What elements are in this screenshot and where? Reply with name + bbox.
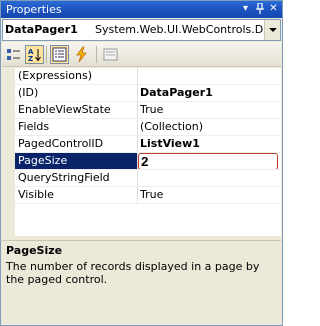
property-value[interactable] (137, 68, 281, 84)
properties-icon[interactable] (50, 45, 69, 64)
description-text: The number of records displayed in a pag… (6, 260, 260, 286)
toolbar: AZ (2, 42, 281, 67)
title-bar: Properties ▾ ✕ (1, 1, 282, 18)
toolbar-separator (46, 46, 47, 63)
property-row-pagedcontrolid[interactable]: PagedControlID ListView1 (15, 136, 281, 153)
toolbar-separator (96, 46, 97, 63)
property-name: QueryStringField (18, 171, 110, 184)
property-row-enableviewstate[interactable]: EnableViewState True (15, 102, 281, 119)
description-title: PageSize (6, 244, 63, 257)
window-title: Properties (6, 3, 62, 16)
property-name: PageSize (15, 153, 137, 169)
property-name: PagedControlID (18, 137, 104, 150)
property-row-fields[interactable]: Fields (Collection) (15, 119, 281, 136)
property-row-pagesize[interactable]: PageSize (15, 153, 281, 170)
categorized-icon[interactable] (4, 45, 23, 64)
property-value[interactable]: (Collection) (137, 119, 281, 135)
property-pages-icon[interactable] (101, 45, 120, 64)
svg-text:Z: Z (28, 55, 33, 63)
chevron-down-icon[interactable] (264, 20, 280, 40)
property-row-visible[interactable]: Visible True (15, 187, 281, 204)
events-icon[interactable] (72, 45, 91, 64)
properties-window: Properties ▾ ✕ DataPager1 System.Web.UI.… (0, 0, 283, 326)
property-row-querystringfield[interactable]: QueryStringField (15, 170, 281, 187)
object-type: System.Web.UI.WebControls.DataPage (95, 23, 263, 36)
property-row-id[interactable]: (ID) DataPager1 (15, 85, 281, 102)
pagesize-input[interactable] (138, 153, 278, 169)
alphabetical-icon[interactable]: AZ (25, 45, 44, 64)
close-icon[interactable]: ✕ (267, 2, 280, 16)
object-name: DataPager1 (5, 23, 78, 36)
property-name: EnableViewState (18, 103, 111, 116)
property-value[interactable]: True (137, 187, 281, 203)
pin-icon[interactable] (253, 2, 266, 16)
dropdown-icon[interactable]: ▾ (239, 2, 252, 16)
property-value[interactable]: DataPager1 (137, 85, 281, 101)
property-name: Fields (18, 120, 50, 133)
object-selector[interactable]: DataPager1 System.Web.UI.WebControls.Dat… (2, 19, 281, 41)
property-name: (ID) (18, 86, 39, 99)
property-value-cell (137, 153, 281, 169)
grid-margin (2, 68, 15, 236)
property-name: (Expressions) (18, 69, 93, 82)
property-grid: (Expressions) (ID) DataPager1 EnableView… (2, 68, 281, 236)
property-name: Visible (18, 188, 54, 201)
property-row-expressions[interactable]: (Expressions) (15, 68, 281, 85)
description-pane: PageSize The number of records displayed… (2, 240, 281, 325)
property-value[interactable]: True (137, 102, 281, 118)
property-value[interactable]: ListView1 (137, 136, 281, 152)
property-value[interactable] (137, 170, 281, 186)
